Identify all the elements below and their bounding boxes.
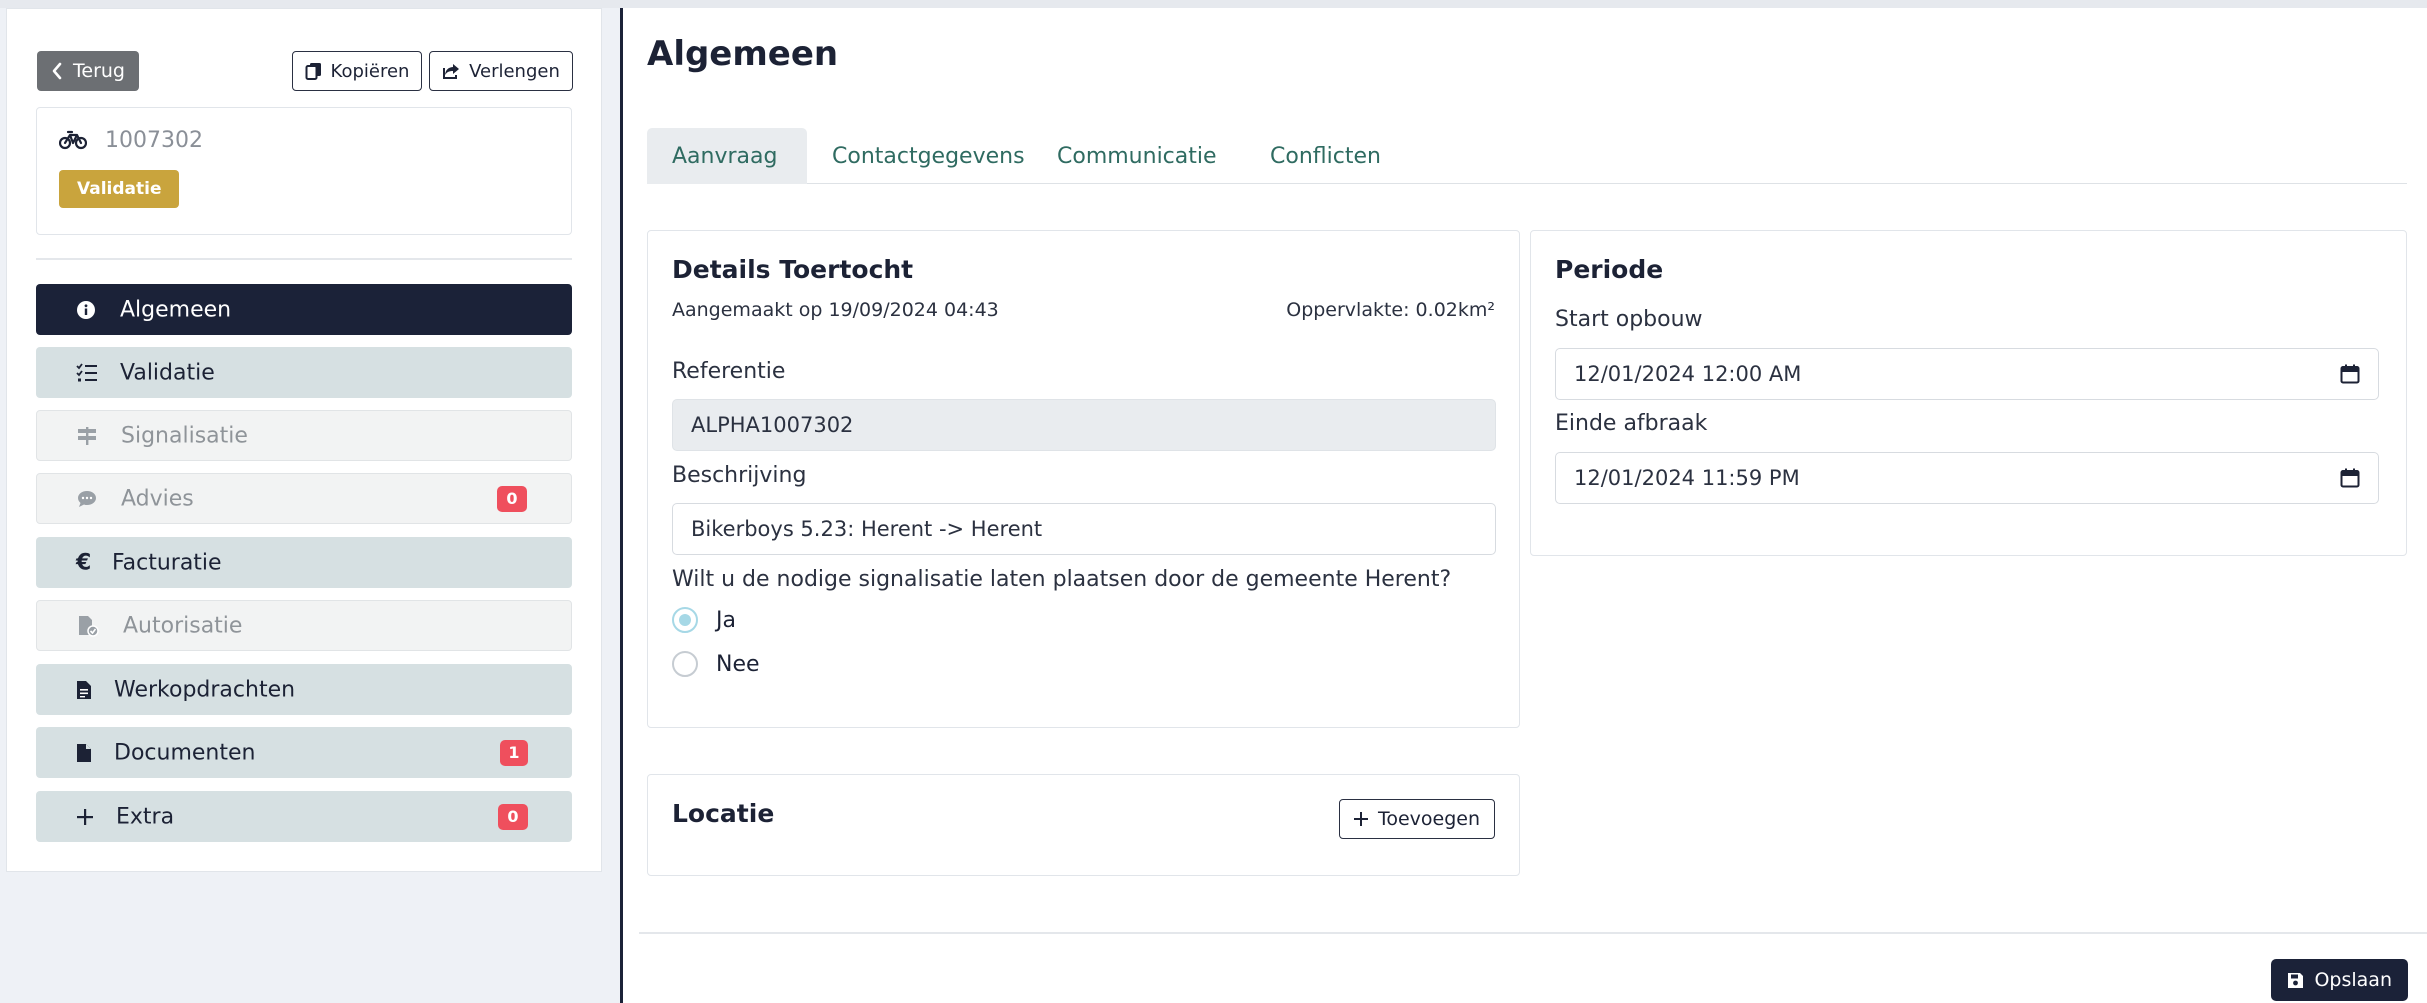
add-location-label: Toevoegen (1377, 808, 1480, 830)
tab-bar: Aanvraag Contactgegevens Communicatie Co… (647, 128, 2407, 184)
add-location-button[interactable]: Toevoegen (1338, 799, 1495, 839)
extend-button-label: Verlengen (469, 60, 560, 82)
details-title: Details Toertocht (672, 255, 914, 284)
chevron-left-icon (51, 62, 63, 80)
signpost-icon (77, 426, 97, 446)
sidebar-item-label: Autorisatie (123, 613, 243, 638)
calendar-icon[interactable] (2340, 364, 2360, 384)
page-title: Algemeen (647, 34, 839, 74)
record-id: 1007302 (105, 128, 203, 153)
calendar-icon[interactable] (2340, 468, 2360, 488)
description-label: Beschrijving (672, 463, 807, 488)
end-label: Einde afbraak (1555, 411, 1708, 436)
extra-count-badge: 0 (498, 803, 528, 830)
advies-count-badge: 0 (497, 485, 527, 512)
sidebar-item-label: Algemeen (120, 297, 232, 322)
checklist-icon (76, 362, 98, 383)
main-content: Algemeen Aanvraag Contactgegevens Commun… (620, 8, 2427, 1003)
back-button[interactable]: Terug (37, 51, 139, 91)
locatie-title: Locatie (672, 799, 775, 828)
file-check-icon (77, 615, 99, 637)
periode-panel: Periode Start opbouw 12/01/2024 12:00 AM… (1530, 230, 2407, 556)
copy-button[interactable]: Kopiëren (292, 51, 422, 91)
top-strip (0, 0, 2427, 8)
radio-option-ja[interactable]: Ja (672, 607, 736, 633)
tab-contactgegevens[interactable]: Contactgegevens (807, 128, 1050, 184)
info-circle-icon (76, 300, 96, 320)
end-value: 12/01/2024 11:59 PM (1574, 466, 1800, 490)
sidebar-item-autorisatie[interactable]: Autorisatie (36, 600, 572, 651)
copy-icon (305, 62, 323, 80)
status-badge: Validatie (59, 170, 180, 208)
chat-icon (77, 489, 97, 509)
start-value: 12/01/2024 12:00 AM (1574, 362, 1802, 386)
radio-label: Ja (716, 607, 736, 633)
bicycle-icon (59, 130, 87, 150)
sidebar-divider (36, 258, 572, 260)
radio-button[interactable] (672, 607, 698, 633)
documenten-count-badge: 1 (500, 739, 528, 766)
sidebar-item-label: Werkopdrachten (114, 677, 296, 702)
description-field[interactable]: Bikerboys 5.23: Herent -> Herent (672, 503, 1496, 555)
copy-button-label: Kopiëren (330, 60, 410, 82)
sidebar-item-label: Facturatie (112, 550, 222, 575)
record-card: 1007302 Validatie (36, 107, 572, 235)
tab-label: Contactgegevens (832, 143, 1025, 169)
tab-conflicten[interactable]: Conflicten (1245, 128, 1406, 184)
back-button-label: Terug (73, 60, 125, 82)
file-icon (76, 743, 92, 763)
radio-option-nee[interactable]: Nee (672, 651, 760, 677)
tab-label: Communicatie (1057, 143, 1217, 169)
reference-label: Referentie (672, 359, 786, 384)
sidebar-item-werkopdrachten[interactable]: Werkopdrachten (36, 664, 572, 715)
sidebar-item-algemeen[interactable]: Algemeen (36, 284, 572, 335)
sidebar-item-signalisatie[interactable]: Signalisatie (36, 410, 572, 461)
area-text: Oppervlakte: 0.02km² (1286, 299, 1495, 321)
sidebar-item-validatie[interactable]: Validatie (36, 347, 572, 398)
sidebar-item-label: Signalisatie (121, 423, 248, 448)
start-label: Start opbouw (1555, 307, 1703, 332)
start-datetime-input[interactable]: 12/01/2024 12:00 AM (1555, 348, 2379, 400)
end-datetime-input[interactable]: 12/01/2024 11:59 PM (1555, 452, 2379, 504)
locatie-panel: Locatie Toevoegen (647, 774, 1520, 876)
created-at-text: Aangemaakt op 19/09/2024 04:43 (672, 299, 999, 321)
plus-icon (76, 808, 94, 826)
tab-communicatie[interactable]: Communicatie (1032, 128, 1242, 184)
share-icon (442, 62, 461, 80)
floppy-disk-icon (2287, 972, 2304, 989)
reference-value: ALPHA1007302 (691, 413, 854, 437)
sidebar-item-documenten[interactable]: Documenten 1 (36, 727, 572, 778)
reference-field: ALPHA1007302 (672, 399, 1496, 451)
file-text-icon (76, 680, 92, 700)
details-panel: Details Toertocht Aangemaakt op 19/09/20… (647, 230, 1520, 728)
footer-divider (639, 932, 2427, 934)
radio-button[interactable] (672, 651, 698, 677)
extend-button[interactable]: Verlengen (429, 51, 573, 91)
sidebar-item-label: Documenten (114, 740, 256, 765)
sidebar-item-facturatie[interactable]: € Facturatie (36, 537, 572, 588)
tab-label: Conflicten (1270, 143, 1381, 169)
sidebar-item-extra[interactable]: Extra 0 (36, 791, 572, 842)
save-button-label: Opslaan (2314, 969, 2392, 991)
sidebar-item-label: Advies (121, 486, 194, 511)
sidebar-item-advies[interactable]: Advies 0 (36, 473, 572, 524)
signalisatie-question: Wilt u de nodige signalisatie laten plaa… (672, 567, 1452, 592)
description-value: Bikerboys 5.23: Herent -> Herent (691, 517, 1043, 541)
radio-label: Nee (716, 651, 760, 677)
save-button[interactable]: Opslaan (2271, 959, 2408, 1001)
tab-label: Aanvraag (672, 143, 778, 169)
tab-aanvraag[interactable]: Aanvraag (647, 128, 807, 184)
euro-icon: € (76, 550, 92, 575)
detail-sidebar: Terug Kopiëren Verlengen 1007302 Validat… (6, 8, 602, 872)
sidebar-item-label: Extra (116, 804, 175, 829)
plus-icon (1353, 812, 1368, 826)
periode-title: Periode (1555, 255, 1664, 284)
sidebar-item-label: Validatie (120, 360, 215, 385)
